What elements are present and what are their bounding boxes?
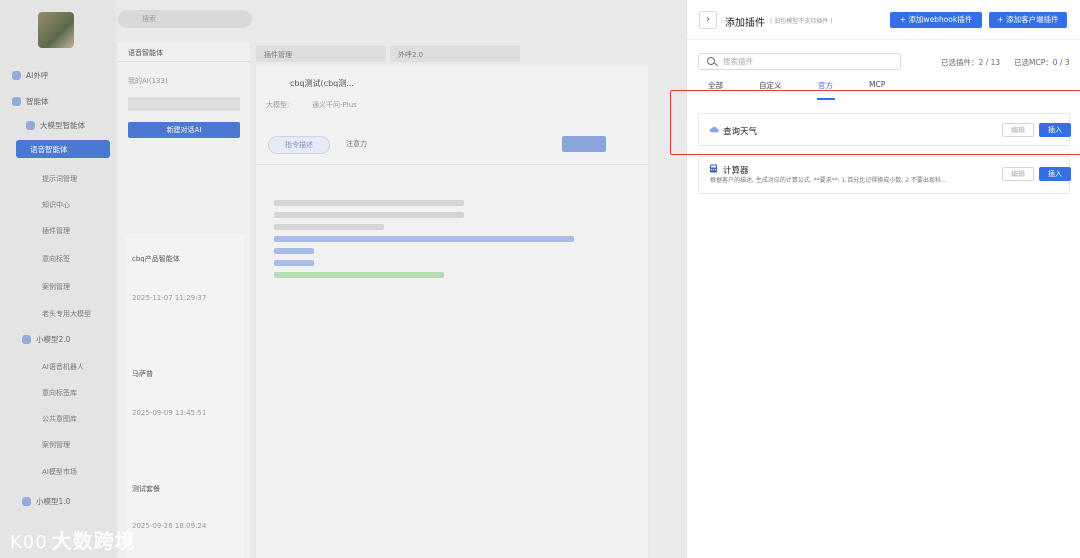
prompt-tab[interactable]: 指令描述: [268, 136, 330, 154]
top-search-input[interactable]: 搜索: [118, 10, 252, 28]
agent-search[interactable]: [128, 97, 240, 111]
edit-button[interactable]: 编辑: [1002, 167, 1034, 181]
tab-mcp[interactable]: MCP: [869, 80, 885, 89]
right-panel: [650, 120, 686, 558]
nav-small-model-1[interactable]: 小模型1.0: [22, 492, 122, 510]
add-plugin-drawer: › 添加插件 ( 旧包模型不支持插件 ) + 添加webhook插件 + 添加客…: [686, 0, 1080, 558]
agent-list-panel: 语音智能体 我的AI(133) 新建对话AI cbq产品智能体 2025-11-…: [118, 42, 250, 558]
editor-panel: cbq测试(cbq测... 大模型: 通义千问-Plus 指令描述 注意力: [256, 66, 648, 558]
insert-button[interactable]: 插入: [1039, 167, 1071, 181]
selected-mcp-count: 已选MCP：0 / 3: [1014, 58, 1070, 67]
brand-watermark: K00 大数跨境: [10, 529, 136, 553]
add-client-plugin-button[interactable]: + 添加客户端插件: [989, 12, 1067, 28]
left-nav: AI外呼 智能体 大模型智能体 语音智能体 提示词管理 知识中心 插件管理 意向…: [0, 0, 116, 558]
plugin-search-input[interactable]: 搜索插件: [698, 53, 901, 70]
my-ai-label: 我的AI(133): [128, 77, 168, 85]
nav-intent-lib[interactable]: 意向标签库: [42, 388, 77, 398]
plugin-description: 根据客户的描述, 生成对应的计算公式. **要求**: 1.百分比记得换成小数;…: [710, 177, 947, 184]
new-ai-button[interactable]: 新建对话AI: [128, 122, 240, 138]
attention-tab[interactable]: 注意力: [346, 139, 367, 149]
nav-public-intent[interactable]: 公共意图库: [42, 414, 77, 424]
calculator-icon: [710, 164, 717, 173]
nav-small-model-2[interactable]: 小模型2.0: [22, 330, 122, 348]
nav-agent[interactable]: 智能体: [12, 92, 112, 110]
search-icon: [707, 57, 715, 65]
tab-outbound[interactable]: 外呼2.0: [390, 46, 520, 62]
plus-icon: +: [997, 15, 1004, 24]
editor-title: cbq测试(cbq测...: [290, 79, 354, 88]
nav-ai-call[interactable]: AI外呼: [12, 66, 112, 84]
nav-plugin[interactable]: 插件管理: [42, 226, 70, 236]
nav-llm-agent[interactable]: 大模型智能体: [26, 116, 126, 134]
tab-plugin-mgmt[interactable]: 插件管理: [256, 46, 386, 62]
agent-card[interactable]: 马萨普 2025-09-09 13:45:51: [126, 347, 244, 459]
nav-prompt[interactable]: 提示词管理: [42, 174, 77, 184]
drawer-subtitle: ( 旧包模型不支持插件 ): [770, 18, 833, 25]
expert-mode-button[interactable]: [562, 136, 606, 152]
nav-case[interactable]: 案例管理: [42, 282, 70, 292]
selected-plugins-count: 已选插件：2 / 13: [941, 58, 1001, 67]
nav-voice-agent[interactable]: 语音智能体: [16, 140, 110, 158]
panel-title: 语音智能体: [118, 42, 250, 62]
plus-icon: +: [899, 15, 907, 24]
add-webhook-plugin-button[interactable]: + 添加webhook插件: [890, 12, 982, 28]
background-app: AI外呼 智能体 大模型智能体 语音智能体 提示词管理 知识中心 插件管理 意向…: [0, 0, 686, 558]
nav-old-model[interactable]: 老头专用大模型: [42, 309, 91, 319]
nav-model-market[interactable]: AI模型市场: [42, 467, 77, 477]
highlight-annotation-box: [670, 90, 1080, 155]
user-avatar: [38, 12, 74, 48]
nav-knowledge[interactable]: 知识中心: [42, 200, 70, 210]
drawer-header: › 添加插件 ( 旧包模型不支持插件 ) + 添加webhook插件 + 添加客…: [687, 0, 1080, 40]
page-tabs: 插件管理 外呼2.0: [256, 46, 648, 62]
nav-case-2[interactable]: 案例管理: [42, 440, 70, 450]
agent-card[interactable]: cbq产品智能体 2025-11-07 11:29:37: [126, 234, 244, 354]
agent-card[interactable]: 测试套餐 2025-09-26 18:09:24: [126, 460, 244, 558]
plugin-item-calculator: 计算器 根据客户的描述, 生成对应的计算公式. **要求**: 1.百分比记得换…: [698, 156, 1071, 194]
drawer-title: 添加插件: [725, 18, 765, 29]
collapse-chevron-icon[interactable]: ›: [699, 11, 717, 29]
brand-logo-icon: K00: [10, 532, 48, 553]
nav-intent[interactable]: 意向标签: [42, 254, 70, 264]
nav-ai-voice-robot[interactable]: AI语音机器人: [42, 362, 84, 372]
